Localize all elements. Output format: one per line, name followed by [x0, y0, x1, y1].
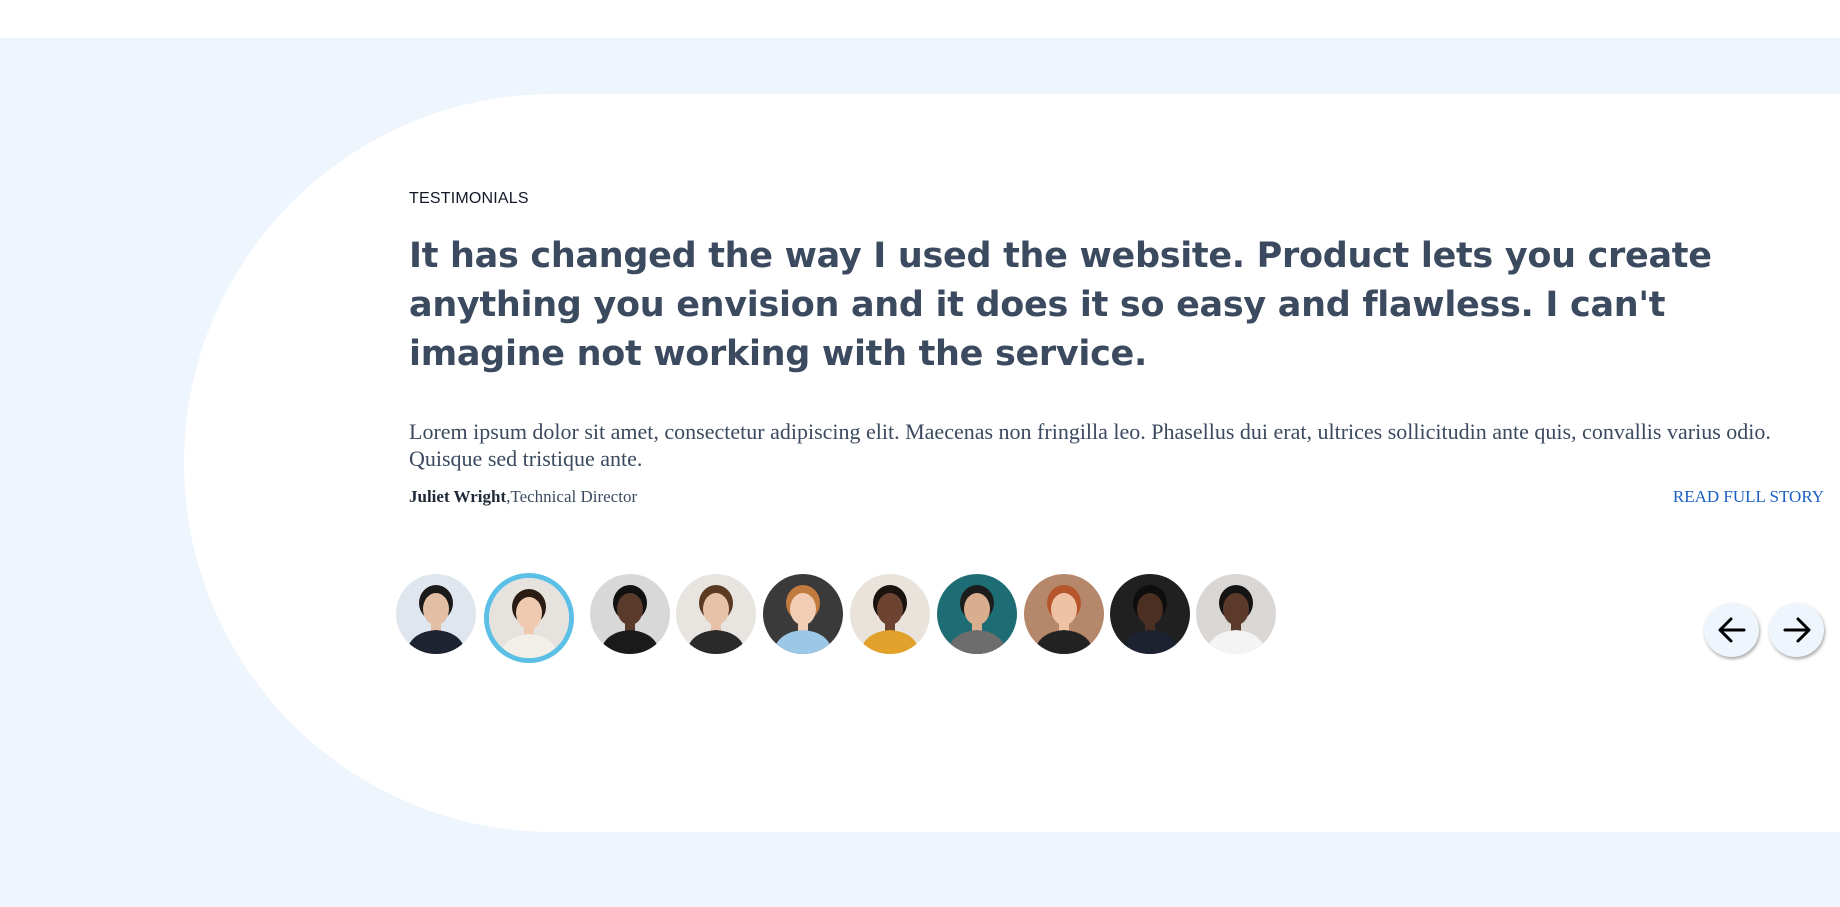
- author-role: Technical Director: [510, 487, 638, 506]
- avatar-portrait: [489, 578, 569, 658]
- avatar-thumb[interactable]: [1024, 574, 1104, 654]
- avatar-thumb[interactable]: [676, 574, 756, 654]
- avatar-portrait: [1110, 574, 1190, 654]
- avatar-portrait: [937, 574, 1017, 654]
- avatar-thumb[interactable]: [590, 574, 670, 654]
- avatar-portrait: [850, 574, 930, 654]
- avatar-portrait: [676, 574, 756, 654]
- testimonial-body: Lorem ipsum dolor sit amet, consectetur …: [409, 419, 1771, 471]
- previous-button[interactable]: [1704, 603, 1759, 657]
- arrow-left-icon: [1718, 617, 1745, 643]
- avatar-thumb[interactable]: [763, 574, 843, 654]
- avatar-thumb[interactable]: [484, 573, 574, 663]
- avatar-portrait: [1196, 574, 1276, 654]
- arrow-right-icon: [1783, 617, 1810, 643]
- avatar-portrait: [590, 574, 670, 654]
- next-button[interactable]: [1769, 603, 1824, 657]
- testimonial-quote: It has changed the way I used the websit…: [409, 236, 1712, 374]
- avatar-thumb[interactable]: [396, 574, 476, 654]
- avatar-portrait: [1024, 574, 1104, 654]
- author-name: Juliet Wright: [409, 487, 507, 506]
- section-eyebrow: TESTIMONIALS: [409, 190, 529, 207]
- avatar-thumb[interactable]: [850, 574, 930, 654]
- avatar-portrait: [763, 574, 843, 654]
- testimonial-author: Juliet Wright,Technical Director: [409, 487, 637, 507]
- avatar-thumb[interactable]: [1110, 574, 1190, 654]
- avatar-portrait: [396, 574, 476, 654]
- avatar-thumb[interactable]: [937, 574, 1017, 654]
- read-full-story-link[interactable]: READ FULL STORY: [1673, 487, 1824, 507]
- avatar-thumb[interactable]: [1196, 574, 1276, 654]
